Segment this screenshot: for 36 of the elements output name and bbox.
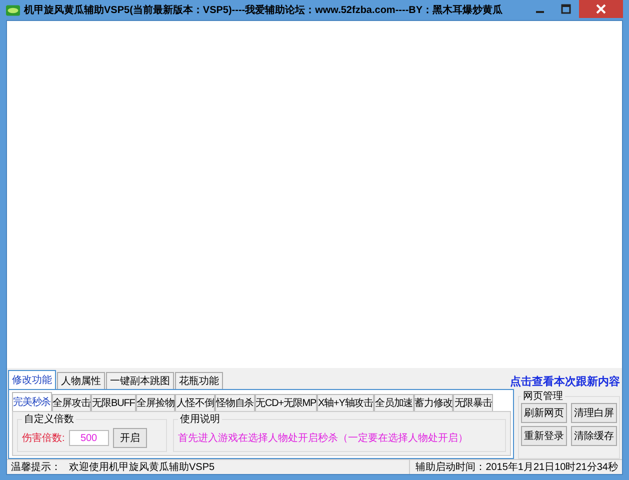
web-button[interactable]: 刷新网页 xyxy=(521,403,567,423)
tab[interactable]: 无限BUFF xyxy=(91,394,136,411)
web-button[interactable]: 清除缓存 xyxy=(571,426,617,446)
web-button[interactable]: 清理白屏 xyxy=(571,403,617,423)
close-icon xyxy=(596,4,606,14)
minimize-icon xyxy=(536,11,544,13)
tab[interactable]: X轴+Y轴攻击 xyxy=(317,394,374,411)
group-title: 网页管理 xyxy=(522,390,564,403)
status-label: 温馨提示： xyxy=(11,460,61,474)
group-title: 自定义倍数 xyxy=(23,412,75,426)
tab[interactable]: 人物属性 xyxy=(57,372,105,389)
status-message: 欢迎使用机甲旋风黄瓜辅助VSP5 xyxy=(69,460,216,474)
field-label: 伤害倍数: xyxy=(22,432,65,445)
update-link[interactable]: 点击查看本次跟新内容 xyxy=(510,374,620,389)
input-field[interactable]: 500 xyxy=(68,430,109,446)
tab[interactable]: 花瓶功能 xyxy=(175,372,223,389)
tab[interactable]: 无限暴击 xyxy=(453,394,493,411)
tab[interactable]: 完美秒杀 xyxy=(12,392,52,411)
tab[interactable]: 一键副本跳图 xyxy=(106,372,174,389)
group-title: 使用说明 xyxy=(179,413,221,426)
window-title: 机甲旋风黄瓜辅助VSP5(当前最新版本：VSP5)----我爱辅助论坛：www.52fzba.com----BY：黑木耳爆炒黄瓜 xyxy=(24,3,504,17)
web-button[interactable]: 重新登录 xyxy=(521,426,567,446)
start-time: 辅助启动时间：2015年1月21日10时21分34秒 xyxy=(408,460,618,474)
tab[interactable]: 怪物自杀 xyxy=(214,394,255,411)
enable-button[interactable]: 开启 xyxy=(112,428,147,448)
tab[interactable]: 全屏攻击 xyxy=(52,394,92,411)
app-icon xyxy=(6,4,20,16)
tab[interactable]: 人怪不倒 xyxy=(175,394,215,411)
instructions-text: 首先进入游戏在选择人物处开启秒杀（一定要在选择人物处开启） xyxy=(178,432,468,445)
maximize-icon xyxy=(561,4,571,14)
tab[interactable]: 全员加速 xyxy=(374,394,414,411)
tab[interactable]: 蓄力修改 xyxy=(414,394,454,411)
tab[interactable]: 全屏捡物 xyxy=(136,394,176,411)
close-button[interactable] xyxy=(579,0,623,18)
tab[interactable]: 无CD+无限MP xyxy=(254,394,318,411)
tab[interactable]: 修改功能 xyxy=(8,370,56,389)
